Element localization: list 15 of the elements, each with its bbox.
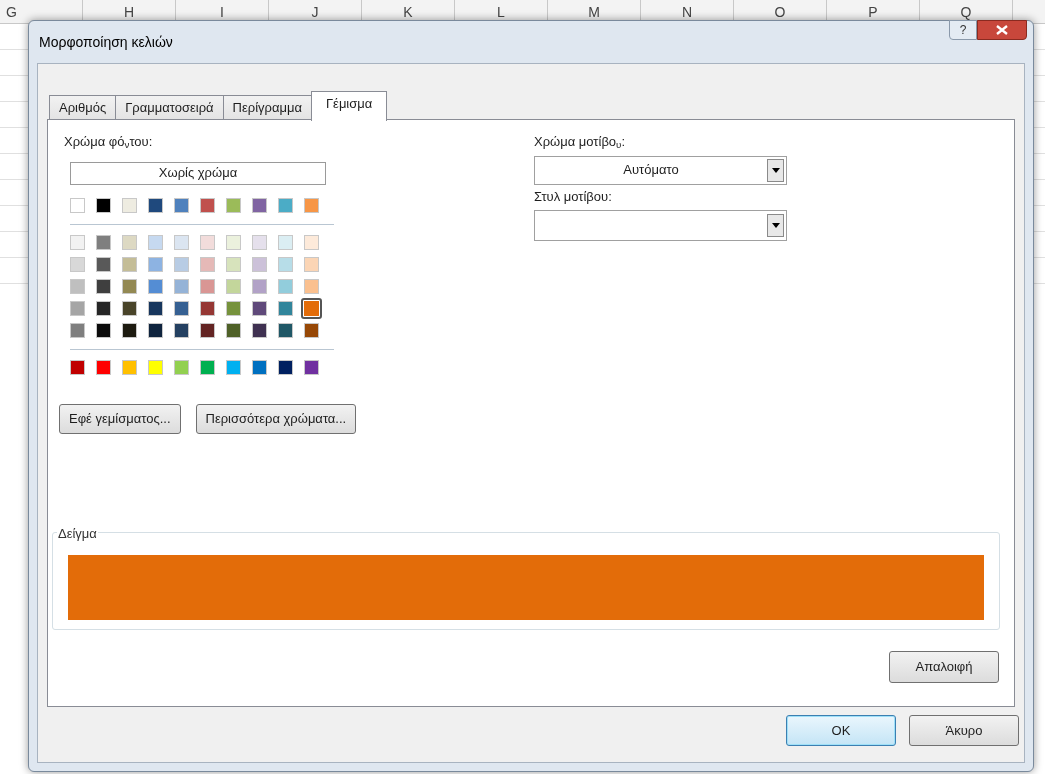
no-color-button[interactable]: Χωρίς χρώμα <box>70 161 326 185</box>
cancel-button[interactable]: Άκυρο <box>909 715 1019 746</box>
tab[interactable]: Γέμισμα <box>310 91 388 121</box>
dropdown-value: Αυτόματο <box>622 161 680 180</box>
help-button[interactable]: ? <box>949 20 977 40</box>
pattern-color-dropdown[interactable]: Αυτόματο <box>534 155 787 185</box>
pattern-color-label: Χρώμα μοτίβο$_{υ}$: <box>534 133 627 152</box>
dialog-button[interactable]: Περισσότερα χρώματα... <box>195 403 357 434</box>
tab[interactable]: Περίγραμμα <box>222 95 312 120</box>
pattern-style-label: Στυλ μοτίβου: <box>534 187 613 206</box>
dialog-button[interactable]: Εφέ γεμίσματος... <box>59 403 181 434</box>
tab[interactable]: Γραμματοσειρά <box>115 95 224 120</box>
ok-button[interactable]: OK <box>786 715 896 746</box>
window-title: Μορφοποίηση κελιών <box>39 32 173 52</box>
clear-button[interactable]: Απαλοιφή <box>889 650 999 683</box>
